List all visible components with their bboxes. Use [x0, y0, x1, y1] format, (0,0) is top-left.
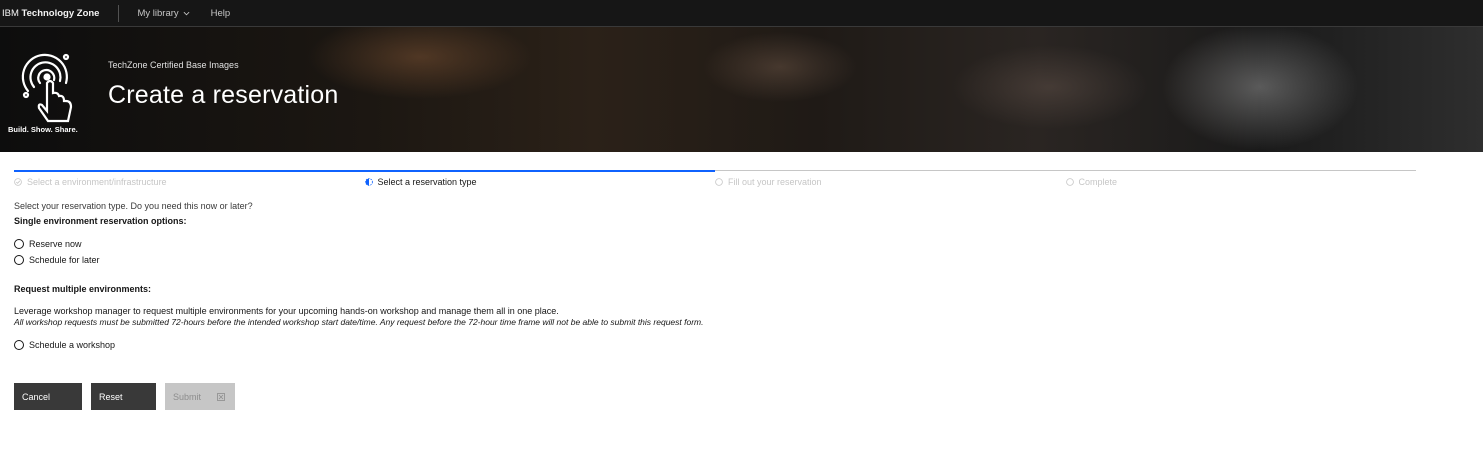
- progress-step-environment[interactable]: Select a environment/infrastructure: [14, 170, 365, 194]
- radio-circle[interactable]: [14, 255, 24, 265]
- submit-button[interactable]: Submit: [165, 383, 235, 410]
- circle-dash-icon: [715, 178, 723, 186]
- page-title: Create a reservation: [108, 81, 339, 109]
- single-env-heading: Single environment reservation options:: [14, 216, 187, 226]
- incomplete-current-icon: [364, 178, 373, 186]
- chevron-down-icon: [183, 11, 190, 15]
- radio-label: Schedule for later: [29, 255, 100, 265]
- brand-name: Technology Zone: [21, 7, 100, 19]
- progress-step-label: Fill out your reservation: [728, 177, 822, 187]
- radio-label: Schedule a workshop: [29, 340, 116, 350]
- cancel-button[interactable]: Cancel: [14, 383, 82, 410]
- brand-prefix: IBM: [2, 7, 19, 19]
- radio-schedule-later[interactable]: Schedule for later: [14, 255, 100, 265]
- nav-help-label: Help: [210, 7, 231, 19]
- form-intro: Select your reservation type. Do you nee…: [14, 201, 253, 211]
- nav-help[interactable]: Help: [211, 8, 231, 19]
- progress-step-reservation-type[interactable]: Select a reservation type: [364, 170, 715, 194]
- hero-tagline: Build. Show. Share.: [8, 125, 78, 134]
- nav-my-library[interactable]: My library: [137, 7, 190, 19]
- reset-button[interactable]: Reset: [91, 383, 156, 410]
- radio-label: Reserve now: [29, 239, 82, 249]
- nav-my-library-label: My library: [137, 7, 179, 19]
- top-nav: IBM Technology Zone My library Help: [0, 0, 1483, 27]
- circle-dash-icon: [1065, 178, 1074, 186]
- multiple-env-note: All workshop requests must be submitted …: [14, 317, 704, 327]
- close-box-icon: [217, 392, 225, 401]
- touch-signal-icon: [21, 53, 73, 123]
- hero-subtitle: TechZone Certified Base Images: [108, 60, 239, 70]
- brand-logo[interactable]: IBM Technology Zone: [0, 8, 99, 19]
- multiple-env-description: Leverage workshop manager to request mul…: [14, 306, 559, 316]
- radio-reserve-now[interactable]: Reserve now: [14, 239, 82, 249]
- progress-step-complete[interactable]: Complete: [1065, 170, 1416, 194]
- radio-circle[interactable]: [14, 340, 24, 350]
- nav-divider: [118, 4, 120, 22]
- radio-circle[interactable]: [14, 239, 24, 249]
- progress-step-label: Complete: [1078, 177, 1118, 187]
- progress-step-label: Select a reservation type: [377, 177, 477, 187]
- progress-step-fill-out[interactable]: Fill out your reservation: [715, 170, 1066, 194]
- multiple-env-heading: Request multiple environments:: [14, 284, 152, 294]
- submit-label: Submit: [173, 391, 202, 402]
- checkmark-outline-icon: [14, 178, 22, 186]
- progress-step-label: Select a environment/infrastructure: [27, 177, 167, 187]
- radio-schedule-workshop[interactable]: Schedule a workshop: [14, 340, 115, 350]
- progress-indicator: Select a environment/infrastructure Sele…: [14, 170, 1416, 194]
- hero-banner: Build. Show. Share. TechZone Certified B…: [0, 27, 1483, 152]
